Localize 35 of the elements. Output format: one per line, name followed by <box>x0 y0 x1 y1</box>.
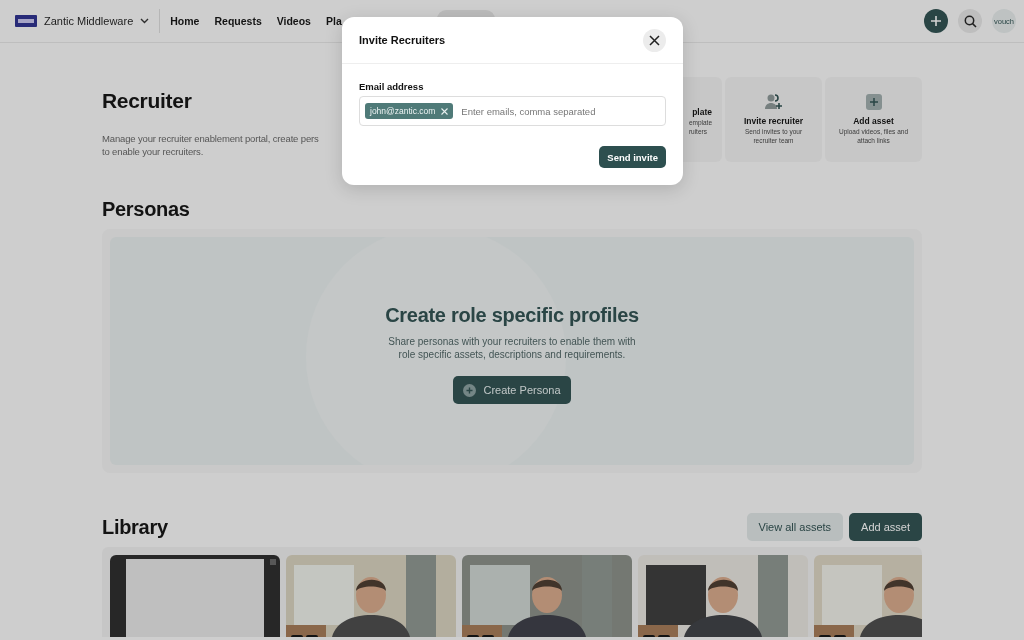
nav-link[interactable]: Pla <box>325 15 342 27</box>
close-button[interactable] <box>643 28 666 52</box>
logo-icon <box>15 15 37 27</box>
section-title: Library <box>102 515 168 539</box>
create-persona-button[interactable]: Create Persona <box>453 376 571 404</box>
plus-icon <box>930 15 942 27</box>
plus-circle-icon <box>463 383 477 397</box>
chevron-down-icon[interactable] <box>140 18 150 24</box>
nav-link[interactable]: Videos <box>276 15 311 27</box>
dialog-title: Invite Recruiters <box>359 34 446 46</box>
search-button[interactable] <box>958 9 982 33</box>
empty-state-text: Share personas with your recruiters to enable them with role specific assets, descriptions and requirements. <box>387 335 637 361</box>
close-icon <box>649 34 660 46</box>
workspace-name[interactable]: Zantic Middleware <box>44 15 134 27</box>
nav-link[interactable]: Requests <box>214 15 262 27</box>
empty-state-title: Create role specific profiles <box>385 304 639 327</box>
email-field[interactable]: john@zantic.com Enter emails, comma separated <box>359 96 666 126</box>
view-all-button[interactable]: View all assets <box>746 513 844 541</box>
send-invite-button[interactable]: Send invite <box>599 146 666 168</box>
email-chip: john@zantic.com <box>365 103 454 119</box>
page-description: Manage your recruiter enablement portal, create pers <box>102 132 319 145</box>
plus-square-icon <box>865 94 882 110</box>
action-title: Invite recruiter <box>743 116 804 126</box>
nav-link[interactable]: Home <box>170 15 200 27</box>
page-description: to enable your recruiters. <box>102 145 205 158</box>
section-title: Personas <box>102 198 191 221</box>
action-title: Add asset <box>853 116 894 126</box>
remove-icon[interactable] <box>441 107 449 115</box>
user-plus-icon <box>764 94 783 110</box>
field-label: Email address <box>359 81 425 92</box>
action-title: plate <box>692 107 712 117</box>
search-icon <box>963 14 977 28</box>
add-button[interactable] <box>924 9 948 33</box>
page-title: Recruiter <box>102 89 193 113</box>
add-asset-button[interactable]: Add asset <box>849 513 922 541</box>
